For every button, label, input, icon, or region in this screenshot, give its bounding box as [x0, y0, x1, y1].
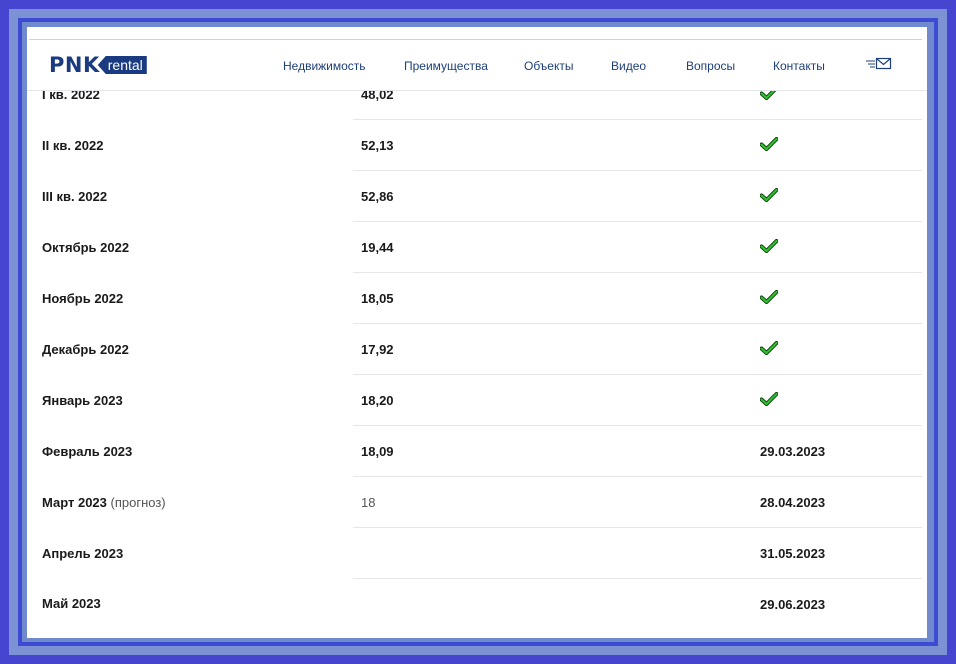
value-cell: 18,20	[353, 374, 713, 426]
period-label: Февраль 2023	[42, 443, 133, 459]
page-card: PNK rental Недвижимость Преимущества Объ…	[27, 27, 927, 638]
nav-item-objects[interactable]: Объекты	[524, 58, 574, 74]
period-cell: II кв. 2022	[27, 120, 353, 171]
period-cell: Май 2023	[27, 579, 353, 630]
value-cell: 18,09	[353, 425, 713, 477]
period-label: Декабрь 2022	[42, 341, 129, 357]
check-icon	[760, 340, 778, 355]
period-cell: Ноябрь 2022	[27, 273, 353, 324]
value-text: 52,86	[361, 188, 394, 204]
value-text: 17,92	[361, 341, 394, 357]
value-cell: 52,86	[353, 170, 713, 222]
mail-icon[interactable]	[865, 56, 893, 72]
table-row: Ноябрь 2022 18,05	[27, 272, 922, 324]
value-cell: 52,13	[353, 119, 713, 171]
period-cell: Январь 2023	[27, 375, 353, 426]
period-label: III кв. 2022	[42, 188, 108, 204]
status-cell	[713, 221, 922, 273]
check-icon	[760, 187, 778, 202]
value-cell: 17,92	[353, 323, 713, 375]
status-cell	[713, 170, 922, 222]
check-icon	[760, 136, 778, 151]
period-label: Октябрь 2022	[42, 239, 130, 255]
table-row: II кв. 2022 52,13	[27, 119, 922, 171]
nav-item-questions[interactable]: Вопросы	[686, 58, 735, 74]
table-row: Январь 2023 18,20	[27, 374, 922, 426]
nav-item-advantages[interactable]: Преимущества	[404, 58, 488, 74]
period-label: Март 2023	[42, 494, 107, 510]
value-cell	[353, 578, 713, 629]
status-cell	[713, 119, 922, 171]
period-cell: Февраль 2023	[27, 426, 353, 477]
period-cell: Октябрь 2022	[27, 222, 353, 273]
value-text: 19,44	[361, 239, 394, 255]
period-cell: Декабрь 2022	[27, 324, 353, 375]
period-cell: Апрель 2023	[27, 528, 353, 579]
value-text: 18	[361, 494, 376, 510]
table-row: III кв. 2022 52,86	[27, 170, 922, 222]
payment-date: 28.04.2023	[760, 494, 826, 510]
table-row: Март 2023 (прогноз) 18 28.04.2023	[27, 476, 922, 528]
value-cell	[353, 527, 713, 579]
value-text: 18,09	[361, 443, 394, 459]
table-row: Декабрь 2022 17,92	[27, 323, 922, 375]
period-label: Апрель 2023	[42, 545, 124, 561]
value-cell: 18	[353, 476, 713, 528]
site-header: PNK rental Недвижимость Преимущества Объ…	[27, 40, 927, 91]
status-cell: 28.04.2023	[713, 476, 922, 528]
nav-item-contacts[interactable]: Контакты	[773, 58, 825, 74]
status-cell	[713, 374, 922, 426]
period-label: Май 2023	[42, 596, 101, 612]
check-icon	[760, 238, 778, 253]
period-cell: Март 2023 (прогноз)	[27, 477, 353, 528]
value-cell: 19,44	[353, 221, 713, 273]
table-row: Май 2023 29.06.2023	[27, 578, 922, 630]
value-text: 18,20	[361, 392, 394, 408]
nav-item-realty[interactable]: Недвижимость	[283, 58, 366, 74]
status-cell	[713, 323, 922, 375]
period-label: II кв. 2022	[42, 137, 104, 153]
payment-date: 29.06.2023	[760, 596, 826, 612]
payment-date: 31.05.2023	[760, 545, 826, 561]
table-row: Апрель 2023 31.05.2023	[27, 527, 922, 579]
payments-table: I кв. 2022 48,02 II кв. 2022 52,13 III кв. 2…	[27, 69, 922, 629]
table-row: Октябрь 2022 19,44	[27, 221, 922, 273]
value-text: 52,13	[361, 137, 394, 153]
status-cell: 31.05.2023	[713, 527, 922, 579]
value-cell: 18,05	[353, 272, 713, 324]
period-cell: III кв. 2022	[27, 171, 353, 222]
nav-item-video[interactable]: Видео	[611, 58, 646, 74]
status-cell: 29.03.2023	[713, 425, 922, 477]
main-nav: Недвижимость Преимущества Объекты Видео …	[27, 58, 927, 74]
payment-date: 29.03.2023	[760, 443, 826, 459]
status-cell	[713, 272, 922, 324]
status-cell: 29.06.2023	[713, 578, 922, 629]
table-row: Февраль 2023 18,09 29.03.2023	[27, 425, 922, 477]
value-text: 18,05	[361, 290, 394, 306]
check-icon	[760, 289, 778, 304]
forecast-note: (прогноз)	[110, 494, 166, 510]
check-icon	[760, 391, 778, 406]
period-label: Ноябрь 2022	[42, 290, 124, 306]
period-label: Январь 2023	[42, 392, 123, 408]
